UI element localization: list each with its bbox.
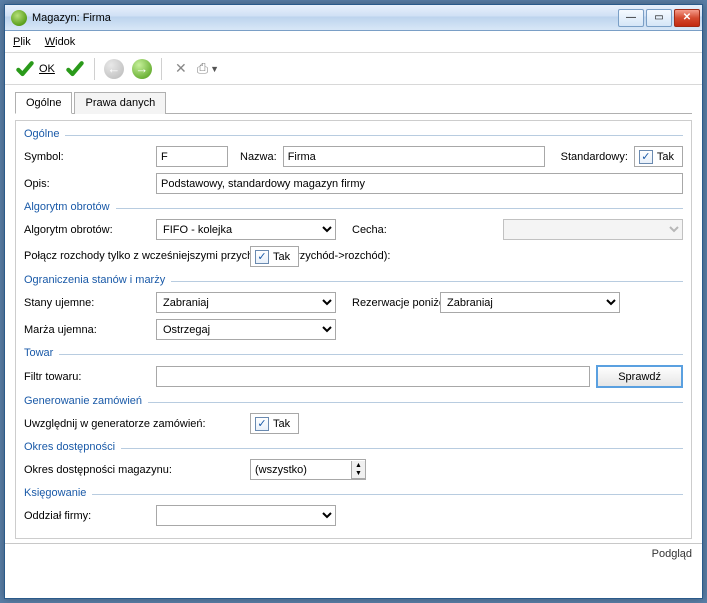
status-text: Podgląd	[652, 548, 692, 560]
desc-input[interactable]	[156, 173, 683, 194]
form-panel: Ogólne Symbol: Nazwa: Standardowy: ✓ Tak…	[15, 120, 692, 539]
titlebar: Magazyn: Firma — ▭ ✕	[5, 5, 702, 31]
check-icon: ✓	[255, 250, 269, 264]
print-button[interactable]: ⎙▼	[197, 57, 219, 81]
feature-label: Cecha:	[352, 224, 387, 236]
statusbar: Podgląd	[5, 543, 702, 564]
tabs: Ogólne Prawa danych	[15, 91, 692, 114]
menu-widok[interactable]: Widok	[45, 36, 76, 48]
tools-button[interactable]: ✕	[169, 57, 193, 81]
neg-select[interactable]: Zabraniaj	[156, 292, 336, 313]
branch-select[interactable]	[156, 505, 336, 526]
branch-label: Oddział firmy:	[24, 510, 150, 522]
res-select[interactable]: Zabraniaj	[440, 292, 620, 313]
printer-icon: ⎙	[197, 60, 208, 77]
symbol-label: Symbol:	[24, 151, 150, 163]
arrow-right-icon: →	[132, 59, 152, 79]
res-label: Rezerwacje poniżej stanu:	[352, 297, 434, 309]
maximize-button[interactable]: ▭	[646, 9, 672, 27]
filter-input[interactable]	[156, 366, 590, 387]
desc-label: Opis:	[24, 178, 150, 190]
toolbar: OK ← → ✕ ⎙▼	[5, 53, 702, 85]
group-orders-title: Generowanie zamówień	[24, 395, 148, 407]
feature-select	[503, 219, 683, 240]
spin-down-icon[interactable]: ▼	[351, 470, 365, 479]
menu-plik[interactable]: Plik	[13, 36, 31, 48]
group-goods-title: Towar	[24, 347, 59, 359]
close-button[interactable]: ✕	[674, 9, 700, 27]
algo-label: Algorytm obrotów:	[24, 224, 150, 236]
check-icon	[15, 59, 35, 79]
check-icon: ✓	[639, 150, 653, 164]
chevron-down-icon: ▼	[210, 64, 219, 74]
group-accounting-title: Księgowanie	[24, 487, 92, 499]
confirm-button[interactable]	[63, 57, 87, 81]
link-label: Połącz rozchody tylko z wcześniejszymi p…	[24, 250, 244, 263]
period-spinner[interactable]: ▲ ▼	[250, 459, 366, 480]
check-icon	[65, 59, 85, 79]
check-icon: ✓	[255, 417, 269, 431]
symbol-input[interactable]	[156, 146, 228, 167]
period-input[interactable]	[251, 460, 351, 479]
algo-select[interactable]: FIFO - kolejka	[156, 219, 336, 240]
forward-button[interactable]: →	[130, 57, 154, 81]
check-button[interactable]: Sprawdź	[596, 365, 683, 388]
menubar: Plik Widok	[5, 31, 702, 53]
back-button[interactable]: ←	[102, 57, 126, 81]
window-title: Magazyn: Firma	[32, 12, 618, 24]
margin-select[interactable]: Ostrzegaj	[156, 319, 336, 340]
wrench-icon: ✕	[175, 60, 187, 77]
gen-checkbox[interactable]: ✓ Tak	[250, 413, 299, 434]
app-icon	[11, 10, 27, 26]
name-input[interactable]	[283, 146, 545, 167]
tab-general[interactable]: Ogólne	[15, 92, 72, 114]
window: Magazyn: Firma — ▭ ✕ Plik Widok OK ← → ✕…	[4, 4, 703, 599]
period-label: Okres dostępności magazynu:	[24, 464, 244, 476]
arrow-left-icon: ←	[104, 59, 124, 79]
filter-label: Filtr towaru:	[24, 371, 150, 383]
margin-label: Marża ujemna:	[24, 324, 150, 336]
group-algo-title: Algorytm obrotów	[24, 201, 116, 213]
name-label: Nazwa:	[240, 151, 277, 163]
standard-checkbox[interactable]: ✓ Tak	[634, 146, 683, 167]
spin-up-icon[interactable]: ▲	[351, 461, 365, 470]
neg-label: Stany ujemne:	[24, 297, 150, 309]
tab-rights[interactable]: Prawa danych	[74, 92, 166, 114]
minimize-button[interactable]: —	[618, 9, 644, 27]
group-limits-title: Ograniczenia stanów i marży	[24, 274, 171, 286]
group-period-title: Okres dostępności	[24, 441, 121, 453]
link-checkbox[interactable]: ✓ Tak	[250, 246, 299, 267]
ok-button[interactable]: OK	[11, 57, 59, 81]
gen-label: Uwzględnij w generatorze zamówień:	[24, 418, 244, 430]
group-general-title: Ogólne	[24, 128, 65, 140]
standard-label: Standardowy:	[561, 151, 628, 163]
